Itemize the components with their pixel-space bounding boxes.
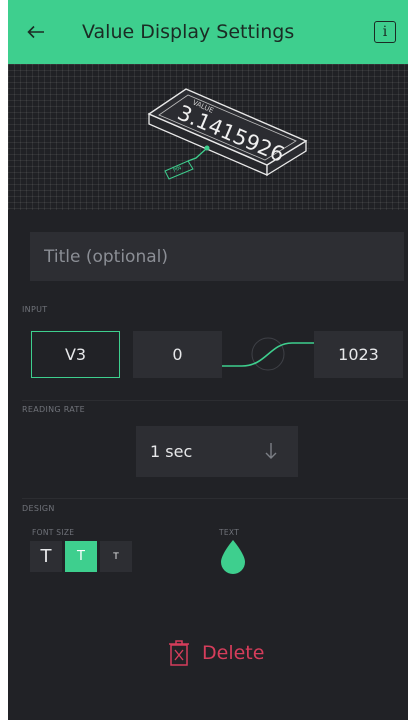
info-icon: i [382,24,388,40]
trash-icon [169,640,189,666]
arrow-down-icon [265,443,277,459]
back-button[interactable] [22,19,50,45]
widget-preview: PIN VALUE 3.1415926 [8,64,408,210]
reading-rate-value: 1 sec [150,442,193,461]
divider [22,400,408,401]
mapping-curve-icon [222,337,314,371]
title-input[interactable] [30,232,404,281]
font-size-large-button[interactable]: T [30,541,62,572]
page-title: Value Display Settings [82,21,295,43]
app-header: Value Display Settings i [8,0,408,64]
max-value-input[interactable]: 1023 [314,331,403,378]
settings-screen: Value Display Settings i PIN VALUE 3.141… [8,0,408,720]
min-value-input[interactable]: 0 [133,331,222,378]
text-color-label: TEXT [219,528,240,537]
reading-rate-select[interactable]: 1 sec [136,426,298,477]
font-size-medium-button[interactable]: T [65,541,97,572]
arrow-left-icon [27,25,44,39]
delete-label: Delete [202,642,265,664]
font-size-small-button[interactable]: T [100,541,132,572]
pin-tag-text: PIN [173,165,183,174]
info-button[interactable]: i [374,21,396,43]
delete-button[interactable]: Delete [168,636,288,670]
design-section-label: DESIGN [22,504,55,513]
divider [22,498,408,499]
input-section-label: INPUT [22,305,48,314]
font-size-label: FONT SIZE [32,528,75,537]
reading-rate-section-label: READING RATE [22,405,85,414]
value-display-illustration: PIN VALUE 3.1415926 [147,88,308,180]
text-color-drop-icon[interactable] [218,538,248,576]
pin-selector[interactable]: V3 [31,331,120,378]
